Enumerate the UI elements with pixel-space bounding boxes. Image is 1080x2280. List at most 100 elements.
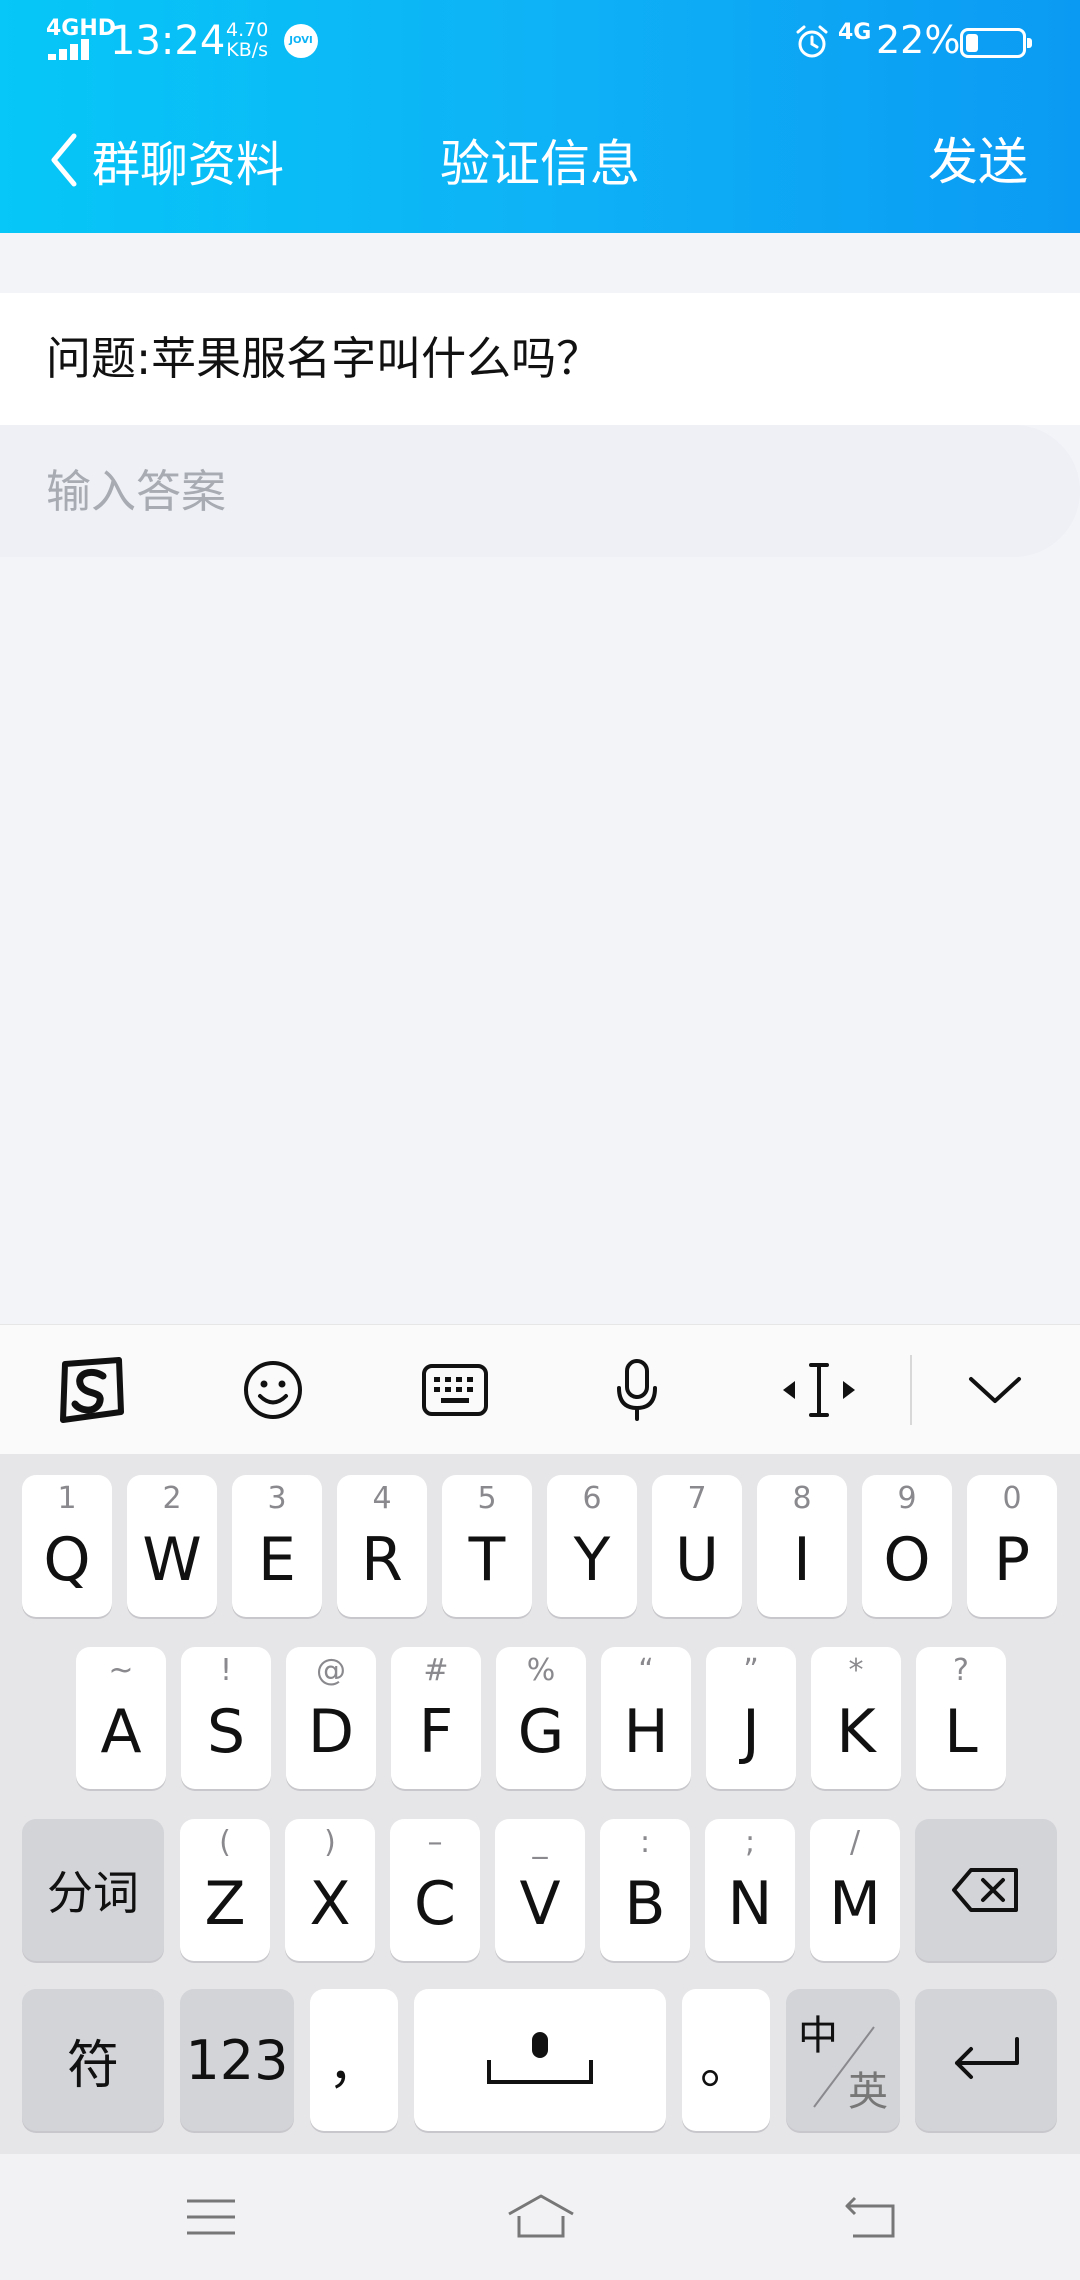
key-label: X xyxy=(309,1869,351,1939)
network-speed: 4.70 KB/s xyxy=(226,19,269,61)
key-label: V xyxy=(519,1869,561,1939)
key-v[interactable]: _ V xyxy=(495,1819,585,1961)
back-button[interactable]: 群聊资料 xyxy=(48,120,284,200)
answer-input[interactable] xyxy=(0,425,1080,557)
key-t[interactable]: 5T xyxy=(442,1475,532,1617)
key-d[interactable]: @ D xyxy=(286,1647,376,1789)
key-o[interactable]: 9O xyxy=(862,1475,952,1617)
back-label: 群聊资料 xyxy=(92,137,285,193)
enter-icon xyxy=(955,2037,1019,2079)
key-symbols[interactable]: 符 xyxy=(22,1989,164,2131)
key-hint: – xyxy=(427,1825,443,1860)
key-fenci[interactable]: 分词 xyxy=(22,1819,164,1961)
emoji-icon xyxy=(244,1361,302,1419)
key-label: M xyxy=(829,1869,881,1939)
key-hint: 2 xyxy=(162,1481,182,1516)
key-label: C xyxy=(414,1869,456,1939)
key-hint: 0 xyxy=(1002,1481,1022,1516)
key-label: P xyxy=(993,1525,1031,1595)
signal-icon xyxy=(48,38,98,60)
key-i[interactable]: 8I xyxy=(757,1475,847,1617)
chevron-left-icon xyxy=(51,133,77,187)
key-hint: % xyxy=(526,1653,556,1688)
key-x[interactable]: ) X xyxy=(285,1819,375,1961)
key-label: J xyxy=(742,1697,760,1767)
key-label: R xyxy=(361,1525,403,1595)
key-hint: ” xyxy=(743,1653,759,1688)
key-hint: # xyxy=(423,1653,449,1688)
keyboard-button[interactable] xyxy=(390,1325,520,1455)
key-b[interactable]: :B xyxy=(600,1819,690,1961)
back-nav-button[interactable] xyxy=(826,2182,916,2252)
key-hint: ~ xyxy=(108,1653,134,1688)
key-l[interactable]: ? L xyxy=(916,1647,1006,1789)
send-button[interactable]: 发送 xyxy=(928,122,1028,194)
key-label: O xyxy=(883,1525,931,1595)
key-e[interactable]: 3E xyxy=(232,1475,322,1617)
key-label: D xyxy=(307,1697,355,1767)
key-q[interactable]: 1Q xyxy=(22,1475,112,1617)
key-label: L xyxy=(944,1697,978,1767)
key-z[interactable]: (Z xyxy=(180,1819,270,1961)
key-lang-switch[interactable]: 中 英 xyxy=(786,1989,900,2131)
sogou-logo-button[interactable] xyxy=(26,1325,156,1455)
battery-percent: 22% xyxy=(876,18,961,62)
key-u[interactable]: 7U xyxy=(652,1475,742,1617)
hide-keyboard-button[interactable] xyxy=(930,1325,1060,1455)
key-hint: 3 xyxy=(267,1481,287,1516)
question-text: 问题:苹果服名字叫什么吗？ xyxy=(0,293,1080,425)
emoji-button[interactable] xyxy=(208,1325,338,1455)
key-label: H xyxy=(623,1697,669,1767)
key-space[interactable] xyxy=(414,1989,666,2131)
key-label: I xyxy=(793,1525,811,1595)
key-label: N xyxy=(727,1869,773,1939)
key-label: Q xyxy=(43,1525,91,1595)
key-hint: ( xyxy=(219,1825,231,1860)
menu-icon xyxy=(187,2199,235,2235)
microphone-icon xyxy=(617,1359,657,1421)
key-k[interactable]: * K xyxy=(811,1647,901,1789)
home-button[interactable] xyxy=(496,2182,586,2252)
key-period[interactable]: 。 xyxy=(682,1989,770,2131)
app-header: 4GHD 13:24 4.70 KB/s JOVI 4G 22% 群聊资料 验证… xyxy=(0,0,1080,233)
key-label: K xyxy=(836,1697,876,1767)
key-s[interactable]: ! S xyxy=(181,1647,271,1789)
key-label: F xyxy=(418,1697,454,1767)
key-123[interactable]: 123 xyxy=(180,1989,294,2131)
slash-divider xyxy=(813,2026,875,2108)
key-comma[interactable]: ， xyxy=(310,1989,398,2131)
voice-input-button[interactable] xyxy=(572,1325,702,1455)
key-hint: 7 xyxy=(687,1481,707,1516)
key-p[interactable]: 0P xyxy=(967,1475,1057,1617)
key-hint: ; xyxy=(744,1825,756,1860)
key-y[interactable]: 6Y xyxy=(547,1475,637,1617)
key-enter[interactable] xyxy=(915,1989,1057,2131)
menu-button[interactable] xyxy=(166,2182,256,2252)
key-label: A xyxy=(100,1697,142,1767)
key-h[interactable]: “H xyxy=(601,1647,691,1789)
space-mic-icon xyxy=(487,2032,593,2084)
key-a[interactable]: ~ A xyxy=(76,1647,166,1789)
key-w[interactable]: 2W xyxy=(127,1475,217,1617)
status-time: 13:24 xyxy=(110,18,226,64)
key-backspace[interactable] xyxy=(915,1819,1057,1961)
system-nav-bar xyxy=(0,2154,1080,2280)
back-icon xyxy=(845,2196,895,2238)
key-n[interactable]: ; N xyxy=(705,1819,795,1961)
key-label: S xyxy=(206,1697,246,1767)
key-hint: _ xyxy=(532,1825,548,1860)
key-hint: / xyxy=(849,1825,861,1860)
key-g[interactable]: % G xyxy=(496,1647,586,1789)
key-label: U xyxy=(675,1525,719,1595)
cursor-move-button[interactable] xyxy=(754,1325,884,1455)
key-m[interactable]: / M xyxy=(810,1819,900,1961)
jovi-icon: JOVI xyxy=(284,24,318,58)
key-j[interactable]: ” J xyxy=(706,1647,796,1789)
key-hint: 6 xyxy=(582,1481,602,1516)
key-r[interactable]: 4R xyxy=(337,1475,427,1617)
key-c[interactable]: – C xyxy=(390,1819,480,1961)
key-hint: 8 xyxy=(792,1481,812,1516)
key-f[interactable]: # F xyxy=(391,1647,481,1789)
chevron-down-icon xyxy=(969,1377,1021,1403)
key-label: E xyxy=(258,1525,296,1595)
